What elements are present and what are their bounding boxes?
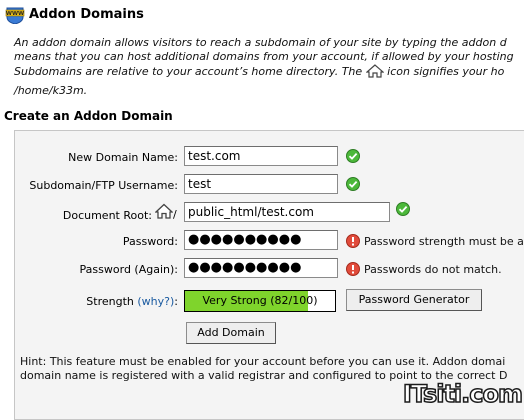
- add-domain-button[interactable]: Add Domain: [186, 322, 276, 344]
- new-domain-label: New Domain Name:: [68, 151, 178, 164]
- home-directory-path: /home/k33m.: [14, 84, 88, 97]
- check-icon: [396, 202, 410, 216]
- password-match-message: Passwords do not match.: [364, 263, 502, 276]
- intro-line-1: An addon domain allows visitors to reach…: [14, 36, 507, 49]
- new-domain-input[interactable]: test.com: [184, 146, 338, 166]
- password-input[interactable]: ●●●●●●●●●●: [184, 230, 338, 250]
- strength-label-colon: :: [174, 295, 178, 308]
- intro-paragraph: An addon domain allows visitors to reach…: [14, 36, 524, 79]
- path-separator: /: [173, 208, 177, 221]
- svg-text:WWW: WWW: [6, 11, 24, 17]
- strength-label-text: Strength: [86, 295, 134, 308]
- hint-text: Hint: This feature must be enabled for y…: [20, 355, 507, 383]
- document-root-label: Document Root:: [62, 209, 152, 222]
- subdomain-label: Subdomain/FTP Username:: [29, 179, 178, 192]
- intro-line-3: Subdomains are relative to your account’…: [14, 64, 524, 79]
- page-title: Addon Domains: [29, 7, 144, 22]
- strength-label: Strength (why?):: [40, 295, 178, 308]
- check-icon: [346, 149, 360, 163]
- password-label: Password:: [122, 235, 178, 248]
- password-again-label: Password (Again):: [79, 263, 178, 276]
- error-icon: [346, 234, 360, 248]
- addon-domains-icon: WWW: [5, 7, 25, 24]
- error-icon: [346, 262, 360, 276]
- section-title: Create an Addon Domain: [4, 109, 173, 123]
- intro-line-3-start: Subdomains are relative to your account’…: [14, 65, 363, 78]
- document-root-input[interactable]: public_html/test.com: [184, 202, 390, 222]
- password-strength-meter: Very Strong (82/100): [184, 290, 336, 312]
- subdomain-input[interactable]: test: [184, 174, 338, 194]
- home-icon: [155, 203, 173, 219]
- intro-line-2: means that you can host additional domai…: [14, 50, 514, 63]
- intro-line-3-end: icon signifies your ho: [387, 65, 505, 78]
- password-again-input[interactable]: ●●●●●●●●●●: [184, 258, 338, 278]
- password-strength-message: Password strength must be at lea: [364, 235, 524, 248]
- hint-line-1: Hint: This feature must be enabled for y…: [20, 355, 506, 368]
- watermark-logo: ITsiti.com: [402, 379, 524, 409]
- check-icon: [346, 177, 360, 191]
- home-icon: [365, 64, 384, 78]
- why-help-link[interactable]: (why?): [137, 295, 174, 308]
- password-generator-button[interactable]: Password Generator: [346, 289, 482, 311]
- strength-meter-text: Very Strong (82/100): [202, 294, 318, 307]
